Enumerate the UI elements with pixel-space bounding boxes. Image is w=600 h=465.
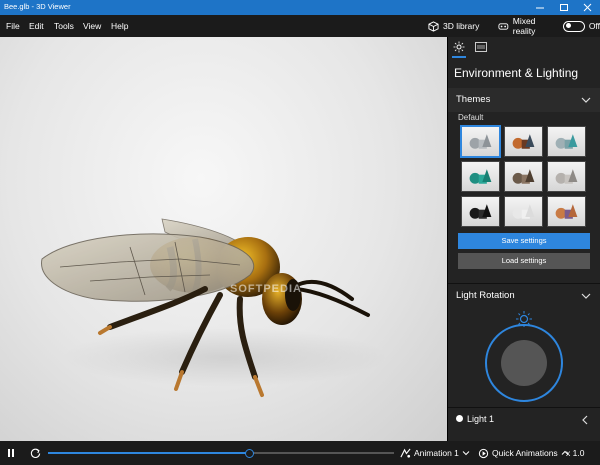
menu-tools[interactable]: Tools xyxy=(54,21,74,31)
sun-icon[interactable] xyxy=(453,41,465,53)
light-rotation-dial[interactable] xyxy=(482,309,566,403)
quick-animations-button[interactable]: Quick Animations xyxy=(478,441,569,465)
chevron-down-icon xyxy=(462,451,470,456)
restart-button[interactable] xyxy=(30,441,41,465)
chevron-down-icon xyxy=(581,293,591,299)
section-divider xyxy=(448,407,600,408)
animation-selector[interactable]: Animation 1 xyxy=(400,441,470,465)
title-bar: Bee.glb - 3D Viewer xyxy=(0,0,600,15)
panel-tabs xyxy=(448,37,600,59)
theme-tile[interactable] xyxy=(504,126,543,157)
theme-tile[interactable] xyxy=(504,161,543,192)
theme-grid xyxy=(460,125,587,228)
active-tab-indicator xyxy=(452,56,466,58)
menu-view[interactable]: View xyxy=(83,21,101,31)
panel-title: Environment & Lighting xyxy=(454,66,579,80)
quick-animations-icon xyxy=(478,448,489,458)
animation-timeline[interactable] xyxy=(48,452,394,454)
mixed-reality-icon xyxy=(498,22,509,30)
chevron-left-icon xyxy=(582,415,588,425)
menu-help[interactable]: Help xyxy=(111,21,128,31)
menu-bar: File Edit Tools View Help 3D library Mix… xyxy=(0,15,600,37)
theme-tile[interactable] xyxy=(547,196,586,227)
minimize-button[interactable] xyxy=(528,0,552,15)
mixed-reality-switch[interactable] xyxy=(563,20,585,32)
timeline-scrubber[interactable] xyxy=(245,449,254,458)
load-settings-button[interactable]: Load settings xyxy=(458,253,590,269)
themes-subheading: Default xyxy=(458,113,484,122)
stats-icon[interactable] xyxy=(475,42,487,52)
library-label: 3D library xyxy=(443,21,480,31)
maximize-button[interactable] xyxy=(552,0,576,15)
watermark: SOFTPEDIA xyxy=(230,283,302,295)
mixed-reality-label: Mixed reality xyxy=(512,16,536,36)
quick-animations-label: Quick Animations xyxy=(492,448,558,458)
mixed-reality-state: Off xyxy=(588,21,600,31)
theme-tile[interactable] xyxy=(461,161,500,192)
save-settings-button[interactable]: Save settings xyxy=(458,233,590,249)
speed-selector[interactable]: x 1.0 xyxy=(566,441,584,465)
close-button[interactable] xyxy=(576,0,600,15)
light-rotation-header[interactable]: Light Rotation xyxy=(448,284,600,308)
theme-tile[interactable] xyxy=(504,196,543,227)
library-button[interactable]: 3D library xyxy=(428,15,479,37)
menu-edit[interactable]: Edit xyxy=(29,21,44,31)
light-color-dot xyxy=(456,415,463,422)
themes-section-header[interactable]: Themes xyxy=(448,88,600,112)
restart-icon xyxy=(30,448,41,458)
theme-tile[interactable] xyxy=(547,161,586,192)
animation-icon xyxy=(400,448,411,458)
model-viewport[interactable]: SOFTPEDIA xyxy=(0,37,447,441)
cube-icon xyxy=(428,20,439,32)
window-title: Bee.glb - 3D Viewer xyxy=(4,2,71,11)
menu-file[interactable]: File xyxy=(6,21,20,31)
themes-heading: Themes xyxy=(456,94,491,105)
chevron-down-icon xyxy=(581,97,591,103)
light-1-label: Light 1 xyxy=(467,414,495,424)
bee-model xyxy=(41,218,370,397)
environment-panel: Environment & Lighting Themes Default Sa… xyxy=(448,37,600,441)
pause-icon xyxy=(8,449,14,457)
pause-button[interactable] xyxy=(6,441,16,465)
theme-tile[interactable] xyxy=(461,196,500,227)
playback-bar: Animation 1 Quick Animations x 1.0 xyxy=(0,441,600,465)
light-rotation-heading: Light Rotation xyxy=(456,290,515,301)
theme-tile[interactable] xyxy=(547,126,586,157)
mixed-reality-toggle-group[interactable]: Mixed reality Off xyxy=(498,15,600,37)
speed-label: x 1.0 xyxy=(566,448,585,458)
light-1-row[interactable]: Light 1 xyxy=(448,409,600,431)
animation-label: Animation 1 xyxy=(414,448,459,458)
theme-tile[interactable] xyxy=(460,125,501,158)
